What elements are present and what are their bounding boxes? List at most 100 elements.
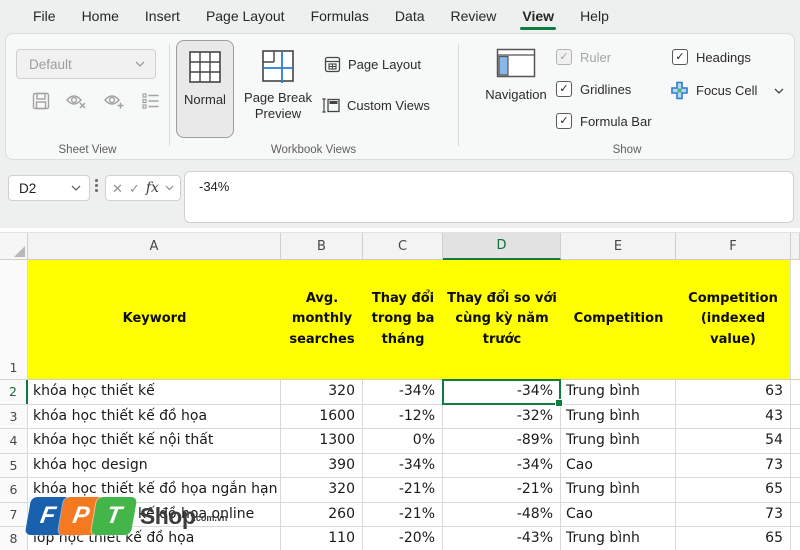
cell-D7[interactable]: -48% <box>443 502 561 526</box>
formula-bar-checkbox[interactable]: ✓ Formula Bar <box>556 113 652 129</box>
sheet-view-dropdown[interactable]: Default <box>16 49 156 79</box>
cell-F4[interactable]: 54 <box>676 429 791 453</box>
formula-input[interactable]: -34% <box>184 171 794 223</box>
column-header-e[interactable]: E <box>561 233 676 260</box>
cell-sliver[interactable] <box>791 527 800 550</box>
cell-sliver[interactable] <box>791 503 800 527</box>
column-header-d[interactable]: D <box>443 233 561 260</box>
tab-data[interactable]: Data <box>382 0 438 33</box>
column-header-a[interactable]: A <box>28 233 281 260</box>
normal-view-button[interactable]: Normal <box>176 40 234 138</box>
gridlines-checkbox[interactable]: ✓ Gridlines <box>556 81 631 97</box>
tab-file[interactable]: File <box>20 0 69 33</box>
cell-F6[interactable]: 65 <box>676 478 791 502</box>
cell-B6[interactable]: 320 <box>281 478 363 502</box>
column-header-f[interactable]: F <box>676 233 791 260</box>
insert-function-icon[interactable]: fx <box>146 180 159 196</box>
row-header-5[interactable]: 5 <box>0 453 28 477</box>
cell-F1[interactable]: Competition (indexed value) <box>676 260 791 379</box>
cell-A2[interactable]: khóa học thiết kế <box>28 380 281 404</box>
name-box[interactable]: D2 <box>8 175 90 201</box>
cell-F5[interactable]: 73 <box>676 453 791 477</box>
cell-B5[interactable]: 390 <box>281 453 363 477</box>
cell-D1[interactable]: Thay đổi so với cùng kỳ năm trước <box>443 260 561 379</box>
row-header-3[interactable]: 3 <box>0 404 28 428</box>
cell-E6[interactable]: Trung bình <box>561 478 676 502</box>
exit-sheet-view-icon[interactable] <box>66 92 88 110</box>
cell-F3[interactable]: 43 <box>676 404 791 428</box>
column-header-b[interactable]: B <box>281 233 363 260</box>
cell-D6[interactable]: -21% <box>443 478 561 502</box>
select-all-corner[interactable] <box>0 233 28 260</box>
column-header-g-sliver[interactable] <box>791 233 800 260</box>
cell-E7[interactable]: Cao <box>561 502 676 526</box>
cell-E4[interactable]: Trung bình <box>561 429 676 453</box>
cell-C5[interactable]: -34% <box>363 453 443 477</box>
cell-D8[interactable]: -43% <box>443 527 561 550</box>
cell-B3[interactable]: 1600 <box>281 404 363 428</box>
cell-C3[interactable]: -12% <box>363 404 443 428</box>
cell-E5[interactable]: Cao <box>561 453 676 477</box>
cell-B2[interactable]: 320 <box>281 380 363 404</box>
page-break-preview-button[interactable]: Page Break Preview <box>239 40 317 152</box>
tab-help[interactable]: Help <box>567 0 622 33</box>
tab-page-layout[interactable]: Page Layout <box>193 0 298 33</box>
cell-B1[interactable]: Avg. monthly searches <box>281 260 363 379</box>
enter-icon[interactable]: ✓ <box>129 182 140 195</box>
cell-A3[interactable]: khóa học thiết kế đồ họa <box>28 404 281 428</box>
cell-E2[interactable]: Trung bình <box>561 380 676 404</box>
cell-D5[interactable]: -34% <box>443 453 561 477</box>
cancel-icon[interactable]: ✕ <box>112 182 123 195</box>
keep-sheet-view-icon[interactable] <box>32 92 50 110</box>
cell-G1-sliver[interactable] <box>791 260 800 379</box>
cell-C2[interactable]: -34% <box>363 380 443 404</box>
cell-C8[interactable]: -20% <box>363 527 443 550</box>
cell-sliver[interactable] <box>791 454 800 478</box>
row-header-6[interactable]: 6 <box>0 478 28 502</box>
custom-views-button[interactable]: Custom Views <box>321 97 430 114</box>
headings-checkbox[interactable]: ✓ Headings <box>672 49 751 65</box>
cell-D2[interactable]: -34% <box>442 379 563 406</box>
chevron-down-icon[interactable] <box>774 88 784 94</box>
cell-sliver[interactable] <box>791 380 800 404</box>
cell-C6[interactable]: -21% <box>363 478 443 502</box>
tab-home[interactable]: Home <box>69 0 132 33</box>
new-sheet-view-icon[interactable] <box>104 92 126 110</box>
column-header-c[interactable]: C <box>363 233 443 260</box>
cell-E3[interactable]: Trung bình <box>561 404 676 428</box>
cell-C4[interactable]: 0% <box>363 429 443 453</box>
cell-sliver[interactable] <box>791 478 800 502</box>
cell-A4[interactable]: khóa học thiết kế nội thất <box>28 429 281 453</box>
row-header-2[interactable]: 2 <box>0 380 28 404</box>
cell-F8[interactable]: 65 <box>676 527 791 550</box>
cell-F7[interactable]: 73 <box>676 502 791 526</box>
cell-A5[interactable]: khóa học design <box>28 453 281 477</box>
tab-insert[interactable]: Insert <box>132 0 193 33</box>
tab-review[interactable]: Review <box>438 0 510 33</box>
cell-B4[interactable]: 1300 <box>281 429 363 453</box>
row-header-4[interactable]: 4 <box>0 429 28 453</box>
cell-E8[interactable]: Trung bình <box>561 527 676 550</box>
row-header-8[interactable]: 8 <box>0 527 28 550</box>
cell-sliver[interactable] <box>791 429 800 453</box>
cell-sliver[interactable] <box>791 405 800 429</box>
cell-C7[interactable]: -21% <box>363 502 443 526</box>
row-header-1[interactable]: 1 <box>0 260 28 379</box>
row-header-7[interactable]: 7 <box>0 502 28 526</box>
focus-cell-button[interactable]: Focus Cell <box>670 81 784 100</box>
formula-bar-resize-handle[interactable] <box>95 179 98 192</box>
navigation-button[interactable]: Navigation <box>484 48 548 102</box>
cell-E1[interactable]: Competition <box>561 260 676 379</box>
cell-D4[interactable]: -89% <box>443 429 561 453</box>
ruler-checkbox[interactable]: ✓ Ruler <box>556 49 611 65</box>
cell-D3[interactable]: -32% <box>443 404 561 428</box>
tab-view[interactable]: View <box>509 0 567 33</box>
tab-formulas[interactable]: Formulas <box>298 0 382 33</box>
page-layout-view-button[interactable]: Page Layout <box>324 56 421 73</box>
chevron-down-icon[interactable] <box>71 185 81 191</box>
cell-B7[interactable]: 260 <box>281 502 363 526</box>
cell-F2[interactable]: 63 <box>676 380 791 404</box>
cell-B8[interactable]: 110 <box>281 527 363 550</box>
cell-C1[interactable]: Thay đổi trong ba tháng <box>363 260 443 379</box>
sheet-view-options-icon[interactable] <box>142 93 160 109</box>
